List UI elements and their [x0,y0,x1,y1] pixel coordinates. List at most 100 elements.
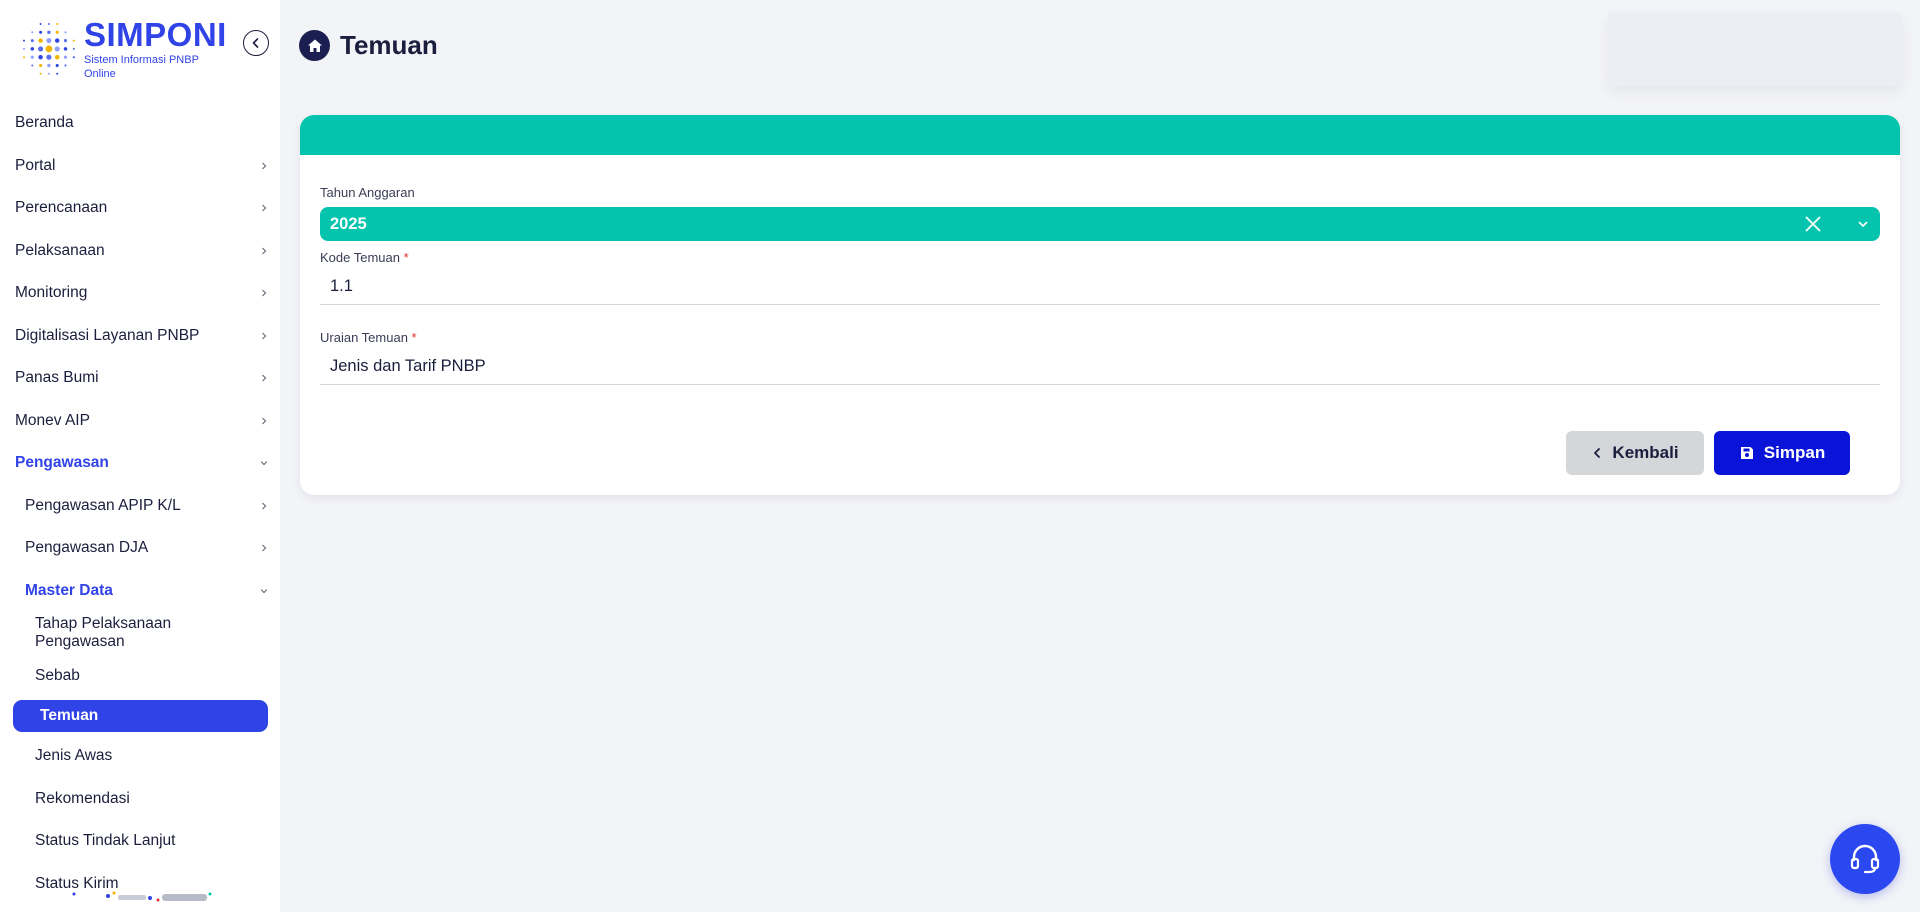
home-icon[interactable] [299,30,330,61]
logo-dot [55,63,59,68]
sidebar-item-jenis-awas[interactable]: Jenis Awas [0,735,280,778]
logo-dot [47,63,51,68]
sidebar-item-digitalisasi-layanan-pnbp[interactable]: Digitalisasi Layanan PNBP [0,315,280,358]
chevron-right-icon [262,374,267,382]
sidebar-item-label: Status Tindak Lanjut [35,832,176,850]
field-uraian-temuan: Uraian Temuan * [320,330,1880,385]
chevron-right-icon [262,502,267,510]
sidebar-item-monev-aip[interactable]: Monev AIP [0,400,280,443]
brand-subtitle: Sistem Informasi PNBP Online [84,53,199,80]
sidebar-collapse-button[interactable] [243,30,269,56]
logo-dot [64,64,67,67]
app-root: SIMPONI Sistem Informasi PNBP Online Ber… [0,0,1920,912]
chevron-down-icon [260,461,268,466]
sidebar-item-label: Pelaksanaan [15,241,105,259]
chevron-left-icon [1594,448,1601,458]
sidebar-item-portal[interactable]: Portal [0,145,280,188]
sidebar-item-pengawasan-dja[interactable]: Pengawasan DJA [0,527,280,570]
logo-dot [31,31,34,34]
chevron-left-icon [252,38,259,48]
sidebar-item-label: Panas Bumi [15,369,99,387]
sidebar-item-pengawasan-apip-kl[interactable]: Pengawasan APIP K/L [0,485,280,528]
uraian-temuan-input[interactable] [320,349,1880,385]
logo-dot [72,39,75,42]
sidebar-item-label: Monev AIP [15,411,90,429]
sidebar-item-pengawasan[interactable]: Pengawasan [0,442,280,485]
chevron-right-icon [262,417,267,425]
logo-dot [47,23,50,25]
sidebar-item-label: Portal [15,156,56,174]
logo-dot [38,46,44,52]
sidebar-item-panas-bumi[interactable]: Panas Bumi [0,357,280,400]
close-icon[interactable] [1804,215,1822,233]
sidebar-item-label: Pengawasan [15,454,109,472]
logo-dot [54,54,60,60]
form-card-header [300,115,1900,155]
form-card: Tahun Anggaran 2025 Kode Temuan * 1.1 Ur… [300,115,1900,495]
sidebar-item-perencanaan[interactable]: Perencanaan [0,187,280,230]
logo-dot [39,63,43,68]
chevron-right-icon [262,289,267,297]
chevron-right-icon [262,204,267,212]
save-icon [1740,447,1753,459]
sidebar-footer-art-icon [72,891,212,902]
logo-dot [30,39,34,43]
logo-dot [30,47,35,51]
tahun-anggaran-select[interactable]: 2025 [320,207,1880,241]
chevron-down-icon[interactable] [1856,217,1870,231]
brand-logo[interactable]: SIMPONI Sistem Informasi PNBP Online [18,17,230,80]
chevron-right-icon [262,162,267,170]
logo-dot [56,23,59,25]
kode-temuan-input[interactable] [320,269,1880,305]
sidebar-item-label: Pengawasan DJA [25,539,149,557]
sidebar: SIMPONI Sistem Informasi PNBP Online Ber… [0,0,280,912]
sidebar-item-tahap-pelaksanaan-pengawasan[interactable]: Tahap Pelaksanaan Pengawasan [0,612,280,655]
sidebar-item-status-tindak-lanjut[interactable]: Status Tindak Lanjut [0,820,280,863]
home-glyph-icon [307,39,322,52]
logo-dot [72,47,75,50]
sidebar-item-label: Digitalisasi Layanan PNBP [15,326,200,344]
chevron-right-icon [262,544,267,552]
logo-dot [63,47,68,51]
sidebar-item-rekomendasi[interactable]: Rekomendasi [0,778,280,821]
kode-temuan-label-text: Kode Temuan [320,250,400,265]
sidebar-item-sebab[interactable]: Sebab [0,655,280,698]
sidebar-nav: Beranda Portal Perencanaan Pelaksanaan M… [0,102,280,905]
save-button[interactable]: Simpan [1714,431,1850,475]
logo-dot [39,30,43,34]
logo-dot [47,72,50,75]
logo-dot [46,54,52,60]
chevron-right-icon [262,332,267,340]
main-content: Temuan Tahun Anggaran 2025 Kode Temuan *… [280,0,1920,912]
logo-dot [39,72,42,75]
sidebar-item-label: Jenis Awas [35,747,113,765]
back-button[interactable]: Kembali [1566,431,1704,475]
logo-dot [38,54,43,60]
logo-dot [47,30,51,35]
sidebar-item-temuan[interactable]: Temuan [0,697,280,735]
headset-icon [1850,844,1880,874]
field-tahun-anggaran: Tahun Anggaran 2025 [320,185,1880,241]
user-menu-placeholder[interactable] [1608,12,1902,86]
back-button-label: Kembali [1612,443,1679,462]
save-button-label: Simpan [1763,443,1826,462]
chevron-down-icon [260,588,268,594]
sidebar-item-master-data[interactable]: Master Data [0,570,280,613]
sidebar-item-pelaksanaan[interactable]: Pelaksanaan [0,230,280,273]
logo-dot [63,39,68,43]
sidebar-item-monitoring[interactable]: Monitoring [0,272,280,315]
sidebar-item-beranda[interactable]: Beranda [0,102,280,145]
help-button[interactable] [1830,824,1900,894]
tahun-anggaran-label: Tahun Anggaran [320,185,415,200]
sidebar-item-label: Sebab [35,666,80,684]
simponi-logo-icon [23,23,75,75]
page-header: Temuan [299,30,438,61]
required-mark: * [411,330,417,345]
logo-dot [63,55,68,59]
sidebar-item-label: Perencanaan [15,199,108,217]
logo-dot [55,30,59,34]
logo-dot [45,45,53,53]
chevron-right-icon [262,247,267,255]
logo-dot [54,46,60,52]
logo-dot [38,38,43,43]
